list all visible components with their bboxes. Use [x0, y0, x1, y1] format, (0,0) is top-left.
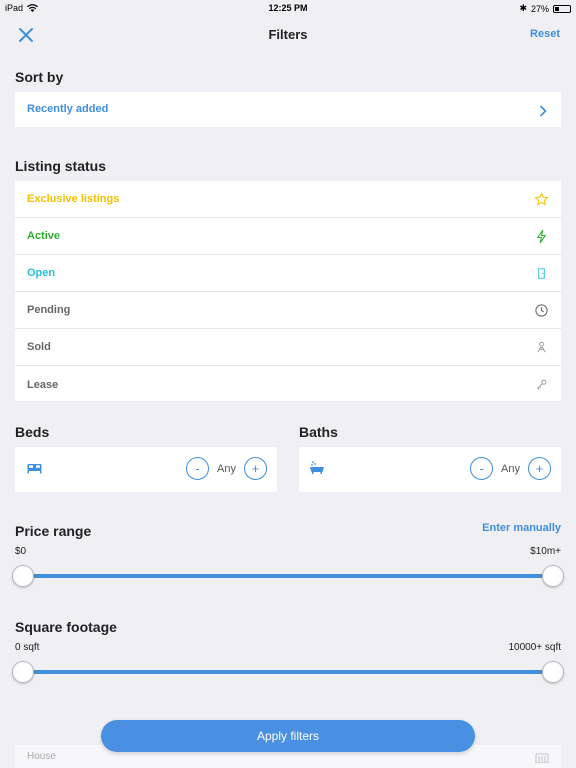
reset-button[interactable]: Reset — [530, 28, 560, 40]
status-item-label: Sold — [27, 341, 51, 353]
listing-status-list: Exclusive listings Active Open Pending S… — [15, 181, 561, 401]
building-icon — [535, 753, 549, 763]
baths-stepper: - Any + — [470, 457, 551, 480]
beds-card: - Any + — [15, 447, 277, 492]
baths-increment-button[interactable]: + — [528, 457, 551, 480]
beds-increment-button[interactable]: + — [244, 457, 267, 480]
baths-title: Baths — [299, 424, 338, 440]
person-icon — [537, 341, 546, 353]
apply-filters-button[interactable]: Apply filters — [101, 720, 475, 752]
chevron-right-icon — [539, 105, 547, 117]
battery-icon — [553, 4, 571, 13]
baths-decrement-button[interactable]: - — [470, 457, 494, 480]
listing-status-title: Listing status — [15, 158, 107, 174]
key-icon — [537, 379, 547, 390]
status-item-active[interactable]: Active — [15, 218, 561, 255]
status-item-pending[interactable]: Pending — [15, 292, 561, 329]
sqft-max-handle[interactable] — [542, 661, 564, 683]
status-item-sold[interactable]: Sold — [15, 329, 561, 366]
price-max-label: $10m+ — [530, 546, 561, 557]
status-item-label: Exclusive listings — [27, 193, 120, 205]
sort-selector[interactable]: Recently added — [15, 92, 561, 127]
price-slider-track[interactable] — [22, 574, 553, 578]
status-item-label: Pending — [27, 304, 71, 316]
sqft-min-handle[interactable] — [12, 661, 34, 683]
status-item-lease[interactable]: Lease — [15, 366, 561, 403]
beds-stepper: - Any + — [186, 457, 267, 480]
lightning-icon — [536, 229, 547, 244]
price-min-handle[interactable] — [12, 565, 34, 587]
nav-bar: Filters Reset — [0, 16, 576, 54]
sqft-max-label: 10000+ sqft — [508, 642, 561, 653]
square-footage-title: Square footage — [15, 619, 117, 635]
clock-icon — [535, 304, 548, 317]
status-item-label: Lease — [27, 378, 59, 391]
sort-value: Recently added — [27, 103, 109, 115]
status-bar: iPad 12:25 PM ✱ 27% — [0, 0, 576, 16]
baths-value: Any — [501, 462, 520, 475]
status-time: 12:25 PM — [268, 3, 308, 13]
star-icon — [534, 192, 549, 206]
enter-manually-link[interactable]: Enter manually — [482, 522, 561, 534]
sort-section-title: Sort by — [15, 69, 64, 85]
baths-card: - Any + — [299, 447, 561, 492]
price-min-label: $0 — [15, 546, 27, 557]
door-icon — [538, 268, 545, 279]
property-type-label: House — [27, 751, 56, 762]
sqft-min-label: 0 sqft — [15, 642, 40, 653]
sqft-slider-track[interactable] — [22, 670, 553, 674]
bluetooth-icon: ✱ — [519, 3, 527, 13]
beds-value: Any — [217, 462, 236, 475]
bathtub-icon — [310, 461, 324, 474]
status-item-open[interactable]: Open — [15, 255, 561, 292]
status-item-label: Open — [27, 267, 56, 279]
bed-icon — [27, 464, 42, 474]
price-max-handle[interactable] — [542, 565, 564, 587]
status-item-label: Active — [27, 230, 61, 242]
beds-decrement-button[interactable]: - — [186, 457, 210, 480]
status-item-exclusive[interactable]: Exclusive listings — [15, 181, 561, 218]
battery-percent: 27% — [530, 3, 549, 14]
page-title: Filters — [268, 27, 308, 42]
price-range-title: Price range — [15, 523, 92, 539]
beds-title: Beds — [15, 424, 50, 440]
